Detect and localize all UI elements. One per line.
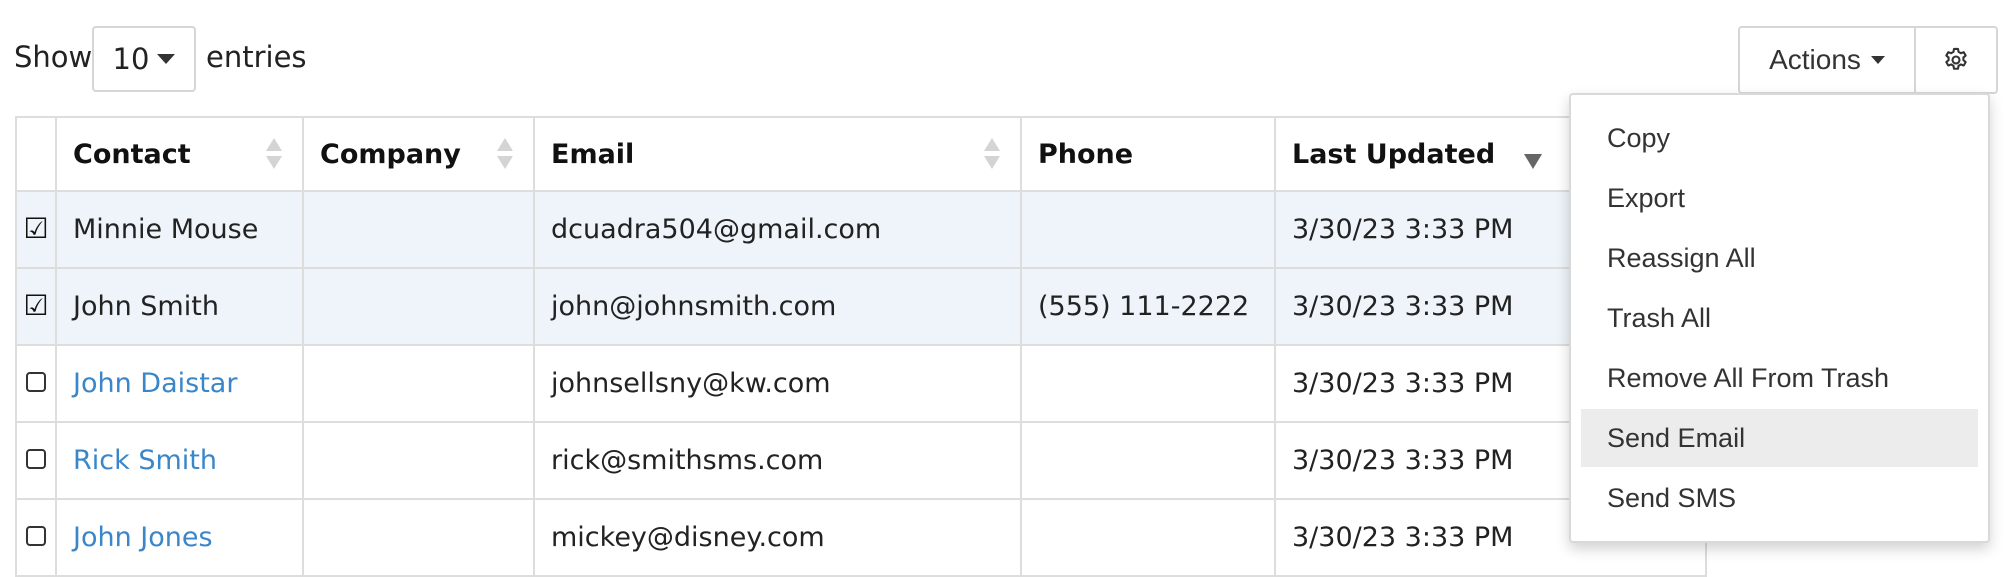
company-cell (302, 498, 535, 577)
phone-cell (1020, 498, 1276, 577)
contact-link[interactable]: John Jones (73, 522, 213, 553)
menu-item-send-email[interactable]: Send Email (1581, 409, 1978, 467)
table-row[interactable]: John Jones mickey@disney.com 3/30/23 3:33 … (15, 498, 1707, 577)
contact-cell: Rick Smith (55, 421, 304, 500)
contact-cell: John Jones (55, 498, 304, 577)
phone-cell (1020, 421, 1276, 500)
gear-icon (1945, 47, 1967, 70)
phone-cell (1020, 190, 1276, 269)
sort-icon (266, 138, 282, 172)
contact-cell: John Daistar (55, 344, 304, 423)
row-select-cell: ☑ (15, 267, 57, 346)
chevron-down-icon (157, 54, 176, 64)
menu-item-copy[interactable]: Copy (1571, 117, 1988, 177)
select-column-header (15, 116, 57, 192)
checked-checkbox-icon[interactable]: ☑ (23, 212, 48, 245)
contact-link[interactable]: Rick Smith (73, 445, 217, 476)
contact-cell: John Smith (55, 267, 304, 346)
email-cell: johnsellsny@kw.com (533, 344, 1022, 423)
column-header-phone[interactable]: Phone (1020, 116, 1276, 192)
entries-per-page-select[interactable]: 10 (92, 26, 196, 92)
table-row[interactable]: ☑ John Smith john@johnsmith.com (555) 111-2… (15, 267, 1707, 346)
actions-label: Actions (1769, 44, 1861, 75)
row-checkbox[interactable] (26, 449, 46, 469)
sort-icon (984, 138, 1000, 172)
menu-item-export[interactable]: Export (1571, 177, 1988, 237)
company-cell (302, 190, 535, 269)
sort-desc-icon (1524, 138, 1542, 172)
checked-checkbox-icon[interactable]: ☑ (23, 289, 48, 322)
email-cell: mickey@disney.com (533, 498, 1022, 577)
contacts-table: Contact Company Email Phone Last Updated… (15, 116, 1707, 577)
row-checkbox[interactable] (26, 372, 46, 392)
actions-button[interactable]: Actions (1738, 26, 1916, 94)
column-header-contact[interactable]: Contact (55, 116, 304, 192)
menu-item-reassign-all[interactable]: Reassign All (1571, 237, 1988, 297)
phone-cell (1020, 344, 1276, 423)
table-row[interactable]: John Daistar johnsellsny@kw.com 3/30/23 3:… (15, 344, 1707, 423)
table-header-row: Contact Company Email Phone Last Updated (15, 116, 1707, 192)
table-row[interactable]: Rick Smith rick@smithsms.com 3/30/23 3:33 … (15, 421, 1707, 500)
menu-item-send-sms[interactable]: Send SMS (1571, 477, 1988, 537)
row-select-cell (15, 421, 57, 500)
contact-cell: Minnie Mouse (55, 190, 304, 269)
show-label: Show (14, 40, 93, 74)
entries-select-value: 10 (112, 42, 150, 76)
settings-button[interactable] (1916, 26, 1998, 94)
company-cell (302, 267, 535, 346)
menu-item-trash-all[interactable]: Trash All (1571, 297, 1988, 357)
company-cell (302, 344, 535, 423)
row-select-cell (15, 344, 57, 423)
column-header-email[interactable]: Email (533, 116, 1022, 192)
table-row[interactable]: ☑ Minnie Mouse dcuadra504@gmail.com 3/30/23… (15, 190, 1707, 269)
column-header-company[interactable]: Company (302, 116, 535, 192)
phone-cell: (555) 111-2222 (1020, 267, 1276, 346)
caret-down-icon (1870, 56, 1885, 64)
email-cell: john@johnsmith.com (533, 267, 1022, 346)
actions-dropdown-menu: Copy Export Reassign All Trash All Remove Al… (1569, 93, 1990, 543)
row-select-cell: ☑ (15, 190, 57, 269)
sort-icon (497, 138, 513, 172)
row-select-cell (15, 498, 57, 577)
email-cell: dcuadra504@gmail.com (533, 190, 1022, 269)
entries-label: entries (206, 40, 307, 74)
row-checkbox[interactable] (26, 526, 46, 546)
company-cell (302, 421, 535, 500)
email-cell: rick@smithsms.com (533, 421, 1022, 500)
contact-link[interactable]: John Daistar (73, 368, 237, 399)
menu-item-remove-all-from-trash[interactable]: Remove All From Trash (1571, 357, 1988, 417)
